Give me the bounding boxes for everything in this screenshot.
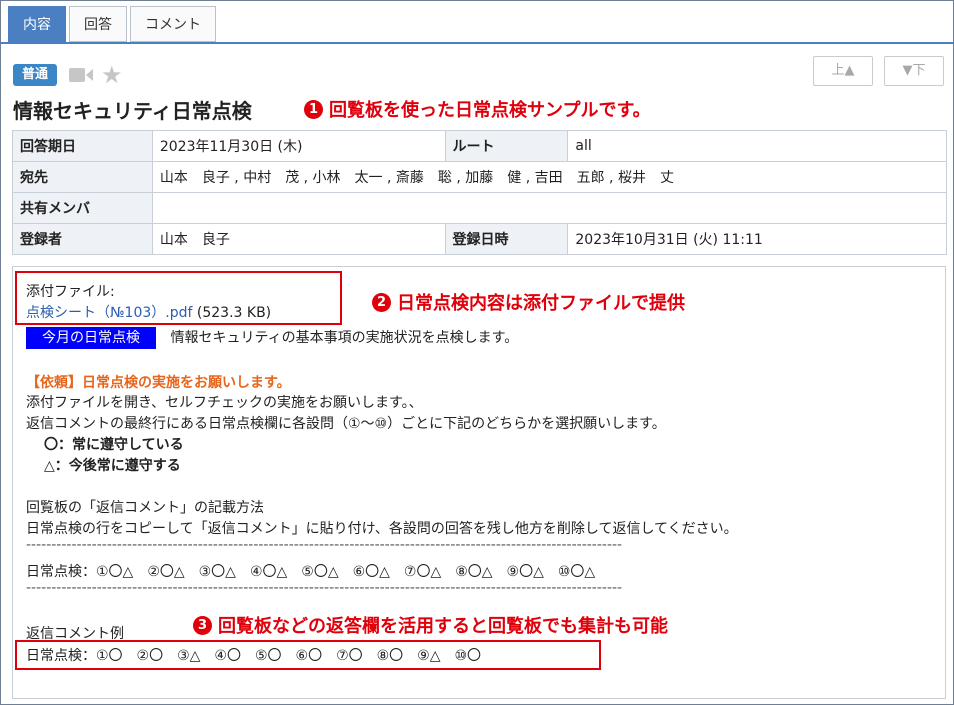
check-line: 日常点検：①〇△ ②〇△ ③〇△ ④〇△ ⑤〇△ ⑥〇△ ⑦〇△ ⑧〇△ ⑨〇△… — [26, 564, 596, 580]
tab-underline — [0, 42, 954, 44]
monthly-tag: 今月の日常点検 — [26, 327, 156, 349]
tab-bar: 内容 回答 コメント — [8, 6, 216, 43]
table-row: 回答期日 2023年11月30日 (木) ルート all — [12, 130, 947, 162]
example-line: 日常点検：①〇 ②〇 ③△ ④〇 ⑤〇 ⑥〇 ⑦〇 ⑧〇 ⑨△ ⑩〇 — [26, 648, 482, 664]
tab-answer[interactable]: 回答 — [69, 6, 127, 42]
instruction-line-1: 添付ファイルを開き、セルフチェックの実施をお願いします。、 — [26, 395, 423, 411]
prev-button[interactable]: 上▲ — [813, 56, 873, 86]
callout-1-number: 1 — [304, 99, 323, 119]
method-heading: 回覧板の「返信コメント」の記載方法 — [26, 500, 264, 516]
attachment-file-link[interactable]: 点検シート（№103）.pdf — [26, 305, 192, 321]
info-table: 回答期日 2023年11月30日 (木) ルート all 宛先 山本 良子 , … — [12, 130, 948, 255]
to-value: 山本 良子 , 中村 茂 , 小林 太一 , 斎藤 聡 , 加藤 健 , 吉田 … — [151, 161, 948, 193]
method-text: 日常点検の行をコピーして「返信コメント」に貼り付け、各設問の回答を残し他方を削除… — [26, 521, 738, 537]
regdate-label: 登録日時 — [444, 223, 569, 255]
callout-3: 3 回覧板などの返答欄を活用すると回覧板でも集計も可能 — [193, 612, 668, 638]
due-label: 回答期日 — [12, 130, 153, 162]
callout-1-text: 回覧板を使った日常点検サンプルです。 — [329, 100, 651, 121]
to-label: 宛先 — [12, 161, 153, 193]
option-comply: 〇：常に遵守している — [44, 437, 184, 453]
route-value: all — [567, 130, 947, 162]
callout-2-text: 日常点検内容は添付ファイルで提供 — [397, 293, 685, 314]
table-row: 共有メンバ — [12, 192, 948, 224]
option-will-comply: △：今後常に遵守する — [44, 458, 181, 474]
instruction-line-2: 返信コメントの最終行にある日常点検欄に各設問（①～⑩）ごとに下記のどちらかを選択… — [26, 416, 666, 432]
monthly-row: 今月の日常点検 情報セキュリティの基本事項の実施状況を点検します。 — [26, 327, 519, 349]
share-label: 共有メンバ — [12, 192, 153, 224]
callout-2-number: 2 — [372, 292, 391, 312]
author-label: 登録者 — [12, 223, 153, 255]
attachment-row: 点検シート（№103）.pdf (523.3 KB) — [26, 302, 271, 322]
route-label: ルート — [444, 130, 569, 162]
due-value: 2023年11月30日 (木) — [151, 130, 446, 162]
author-value: 山本 良子 — [151, 223, 446, 255]
share-value — [151, 192, 948, 224]
tab-comment[interactable]: コメント — [130, 6, 216, 42]
callout-2: 2 日常点検内容は添付ファイルで提供 — [372, 289, 685, 315]
star-icon[interactable]: ★ — [101, 62, 123, 88]
callout-3-number: 3 — [193, 615, 212, 635]
attachment-size: (523.3 KB) — [196, 305, 272, 321]
table-row: 登録者 山本 良子 登録日時 2023年10月31日 (火) 11:11 — [12, 223, 947, 255]
callout-3-text: 回覧板などの返答欄を活用すると回覧板でも集計も可能 — [218, 616, 668, 637]
priority-badge: 普通 — [13, 64, 57, 86]
monthly-description: 情報セキュリティの基本事項の実施状況を点検します。 — [170, 330, 519, 346]
page-title: 情報セキュリティ日常点検 — [13, 99, 252, 123]
regdate-value: 2023年10月31日 (火) 11:11 — [567, 223, 947, 255]
tab-content[interactable]: 内容 — [8, 6, 66, 42]
table-row: 宛先 山本 良子 , 中村 茂 , 小林 太一 , 斎藤 聡 , 加藤 健 , … — [12, 161, 948, 193]
video-camera-icon[interactable] — [68, 66, 94, 84]
next-button[interactable]: ▼下 — [884, 56, 944, 86]
attachment-label: 添付ファイル: — [26, 284, 115, 300]
divider-top: ----------------------------------------… — [26, 537, 623, 553]
divider-bottom: ----------------------------------------… — [26, 580, 623, 596]
callout-1: 1 回覧板を使った日常点検サンプルです。 — [304, 96, 651, 122]
request-heading: 【依頼】日常点検の実施をお願いします。 — [26, 375, 291, 391]
